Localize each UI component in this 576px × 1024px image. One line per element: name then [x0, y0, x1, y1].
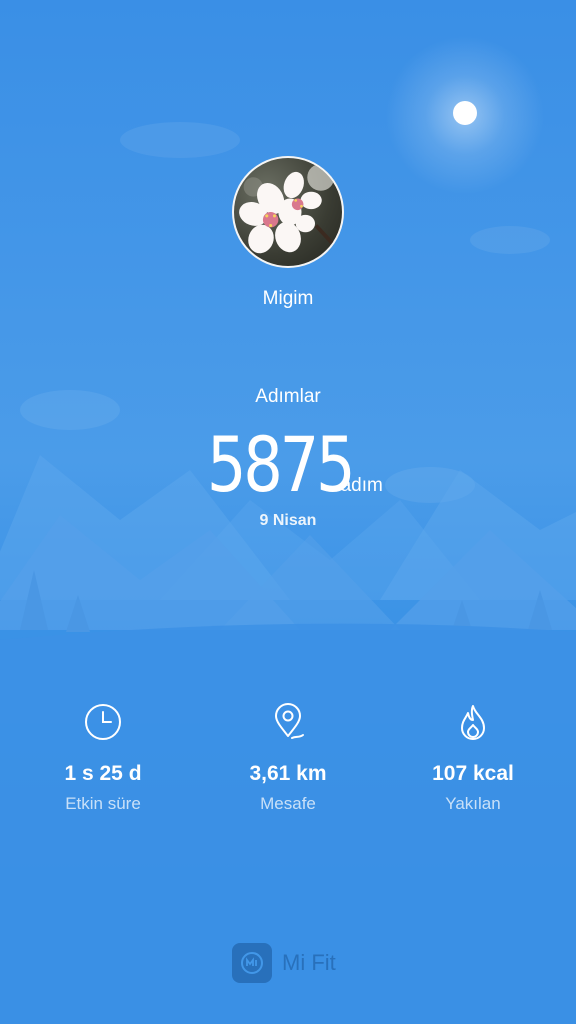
mi-fit-logo-icon [232, 943, 272, 983]
distance-value: 3,61 km [249, 762, 327, 785]
calories-stat[interactable]: 107 kcal Yakılan [398, 700, 548, 814]
steps-unit: adım [340, 475, 383, 496]
sun [453, 101, 477, 125]
app-name: Mi Fit [282, 950, 336, 975]
flame-icon [461, 705, 485, 740]
calories-value: 107 kcal [432, 762, 514, 785]
steps-summary[interactable]: 5875adım [0, 420, 576, 509]
date-label: 9 Nisan [259, 512, 317, 529]
distance-label: Mesafe [260, 794, 316, 813]
avatar-photo [239, 163, 340, 254]
distance-stat[interactable]: 3,61 km Mesafe [213, 700, 363, 814]
steps-count: 5875 [207, 420, 356, 509]
clock-icon [85, 704, 121, 740]
active-time-label: Etkin süre [65, 794, 141, 813]
calories-label: Yakılan [445, 794, 501, 813]
steps-label: Adımlar [255, 386, 321, 407]
app-branding: Mi Fit [232, 942, 336, 984]
location-pin-icon [275, 703, 304, 739]
user-name[interactable]: Migim [0, 288, 576, 310]
active-time-value: 1 s 25 d [64, 762, 142, 785]
active-time-stat[interactable]: 1 s 25 d Etkin süre [28, 700, 178, 814]
avatar[interactable] [232, 156, 344, 268]
